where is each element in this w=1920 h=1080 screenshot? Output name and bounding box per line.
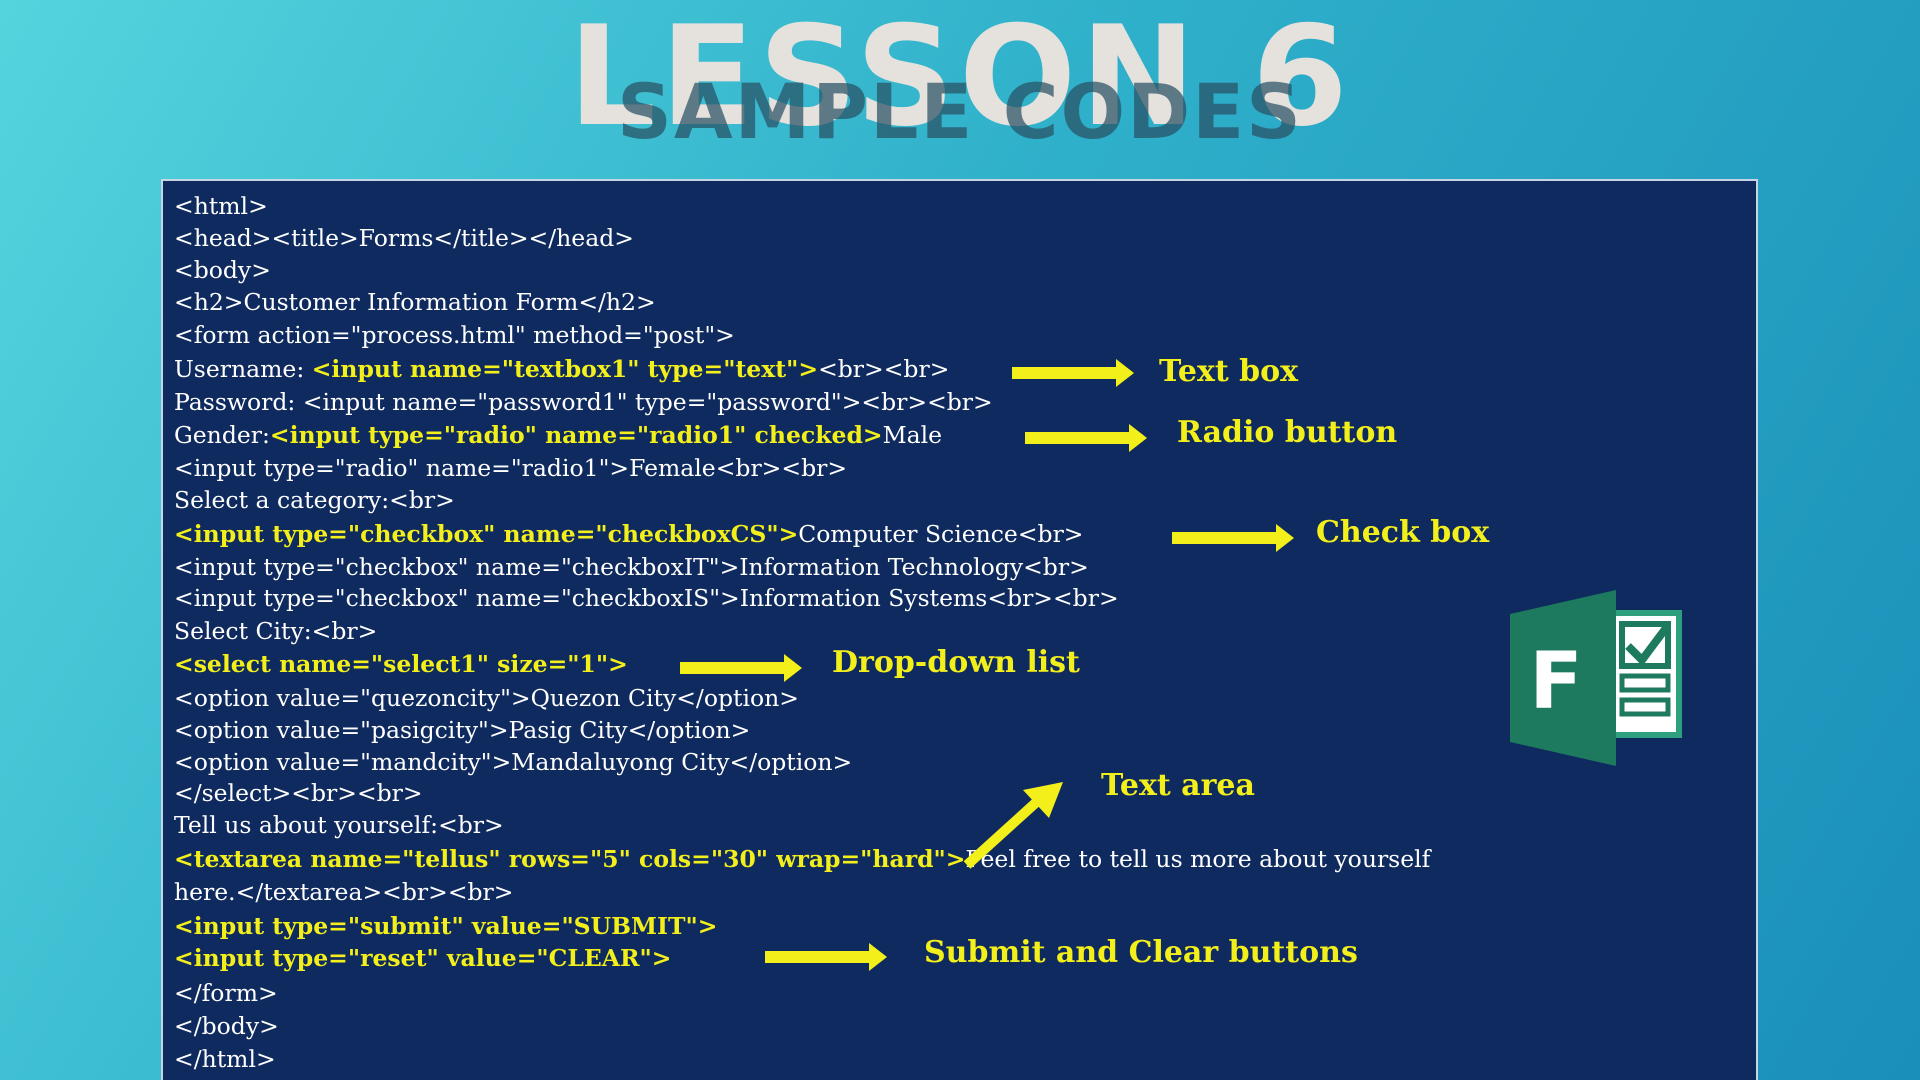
code-text: <br><br> (818, 355, 950, 383)
code-line-radio: Gender:<input type="radio" name="radio1"… (174, 419, 942, 451)
code-line: Select City:<br> (174, 617, 378, 645)
callout-dropdown-list: Drop-down list (832, 645, 1080, 680)
code-text: Male (882, 421, 943, 449)
code-text: Computer Science<br> (798, 520, 1084, 548)
code-highlight: <input type="checkbox" name="checkboxCS"… (174, 520, 799, 548)
code-line: <input type="radio" name="radio1">Female… (174, 454, 848, 482)
arrow-right-icon (680, 654, 802, 682)
code-line: <option value="mandcity">Mandaluyong Cit… (174, 748, 853, 776)
code-line: Password: <input name="password1" type="… (174, 388, 993, 416)
callout-radio-button: Radio button (1177, 415, 1398, 450)
callout-submit-clear: Submit and Clear buttons (924, 935, 1358, 970)
code-line: here.</textarea><br><br> (174, 878, 514, 906)
callout-check-box: Check box (1316, 515, 1490, 550)
code-highlight: <textarea name="tellus" rows="5" cols="3… (174, 845, 966, 873)
arrow-right-icon (1025, 424, 1147, 452)
code-line: <form action="process.html" method="post… (174, 321, 735, 349)
code-text: Gender: (174, 421, 270, 449)
code-line-reset: <input type="reset" value="CLEAR"> (174, 944, 672, 972)
lesson-subtitle: SAMPLE CODES (617, 67, 1303, 156)
arrow-diagonal-icon (963, 782, 1063, 869)
code-line: <head><title>Forms</title></head> (174, 224, 634, 252)
code-line: </select><br><br> (174, 779, 423, 807)
code-line-textbox: Username: <input name="textbox1" type="t… (174, 353, 949, 385)
code-highlight: <input type="radio" name="radio1" checke… (269, 421, 883, 449)
code-highlight: <input name="textbox1" type="text"> (311, 355, 819, 383)
code-line-textarea: <textarea name="tellus" rows="5" cols="3… (174, 843, 1430, 875)
code-line-submit: <input type="submit" value="SUBMIT"> (174, 912, 718, 940)
microsoft-forms-icon: F (1510, 590, 1682, 766)
callout-text-area: Text area (1101, 768, 1255, 803)
code-line: <input type="checkbox" name="checkboxIT"… (174, 553, 1089, 581)
code-line: <input type="checkbox" name="checkboxIS"… (174, 584, 1119, 612)
code-line: <html> (174, 192, 268, 220)
arrow-right-icon (1172, 524, 1294, 552)
code-line: <body> (174, 256, 271, 284)
arrow-right-icon (765, 943, 887, 971)
code-line: </form> (174, 979, 278, 1007)
code-line: <h2>Customer Information Form</h2> (174, 288, 656, 316)
code-line-select: <select name="select1" size="1"> (174, 650, 628, 678)
callout-text-box: Text box (1159, 354, 1299, 389)
code-line: </body> (174, 1012, 279, 1040)
arrow-right-icon (1012, 359, 1134, 387)
code-line: <option value="quezoncity">Quezon City</… (174, 684, 799, 712)
code-text: Username: (174, 355, 312, 383)
forms-icon-letter: F (1529, 637, 1582, 727)
code-line: Tell us about yourself:<br> (174, 811, 504, 839)
code-line-checkbox: <input type="checkbox" name="checkboxCS"… (174, 518, 1084, 550)
code-line: </html> (174, 1045, 276, 1073)
code-line: Select a category:<br> (174, 486, 455, 514)
code-line: <option value="pasigcity">Pasig City</op… (174, 716, 751, 744)
